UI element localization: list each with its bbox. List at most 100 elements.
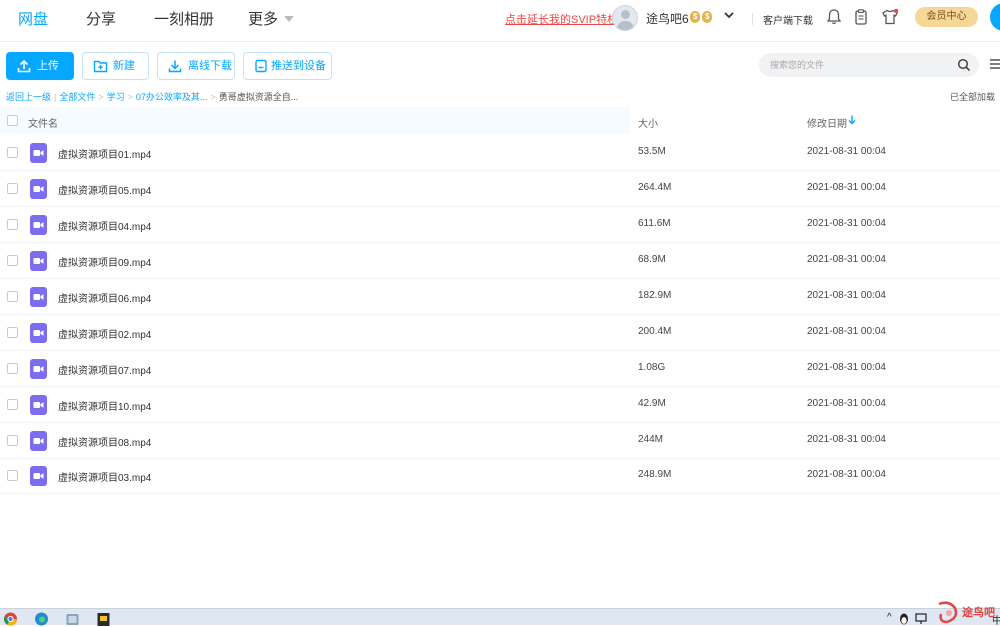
offline-download-button[interactable]: 离线下载	[157, 52, 235, 80]
file-size: 53.5M	[638, 146, 666, 157]
device-icon	[255, 59, 267, 73]
chevron-down-icon	[284, 16, 295, 22]
breadcrumb-item-office[interactable]: 07办公效率及其...	[136, 92, 208, 102]
breadcrumb-current-folder: 勇哥虚拟资源全自...	[218, 92, 299, 102]
file-name[interactable]: 虚拟资源项目02.mp4	[58, 326, 151, 341]
edge-browser-icon[interactable]	[34, 612, 49, 626]
breadcrumb-separator: >	[127, 92, 133, 102]
network-icon[interactable]	[915, 612, 927, 626]
file-modified-date: 2021-08-31 00:04	[807, 469, 886, 480]
upload-icon	[17, 59, 31, 73]
file-size: 248.9M	[638, 469, 672, 480]
row-checkbox[interactable]	[7, 363, 18, 374]
push-to-device-button[interactable]: 推送到设备	[243, 52, 332, 80]
avatar[interactable]	[612, 5, 638, 31]
row-checkbox[interactable]	[7, 291, 18, 302]
download-icon	[168, 60, 182, 73]
search-icon[interactable]	[957, 58, 971, 72]
table-row[interactable]: 虚拟资源项目01.mp4 53.5M 2021-08-31 00:04	[0, 135, 1000, 171]
list-view-icon[interactable]	[990, 58, 1000, 70]
select-all-checkbox[interactable]	[7, 115, 18, 126]
nav-tab-album[interactable]: 一刻相册	[154, 8, 214, 29]
file-size: 264.4M	[638, 182, 672, 193]
video-file-icon	[30, 466, 47, 486]
file-modified-date: 2021-08-31 00:04	[807, 146, 886, 157]
file-name[interactable]: 虚拟资源项目03.mp4	[58, 469, 151, 484]
video-file-icon	[30, 359, 47, 379]
breadcrumb-separator: |	[54, 92, 57, 102]
file-size: 244M	[638, 434, 664, 445]
breadcrumb-item-study[interactable]: 学习	[107, 92, 125, 102]
row-checkbox[interactable]	[7, 219, 18, 230]
file-name[interactable]: 虚拟资源项目08.mp4	[58, 434, 151, 449]
notes-app-icon[interactable]	[96, 612, 111, 626]
vip-badge-secondary: $	[702, 11, 713, 23]
file-modified-date: 2021-08-31 00:04	[807, 326, 886, 337]
file-size: 1.08G	[638, 362, 666, 373]
video-file-icon	[30, 323, 47, 343]
table-row[interactable]: 虚拟资源项目02.mp4 200.4M 2021-08-31 00:04	[0, 315, 1000, 351]
row-checkbox[interactable]	[7, 255, 18, 266]
column-header-name[interactable]: 文件名	[28, 115, 58, 130]
row-checkbox[interactable]	[7, 435, 18, 446]
windows-taskbar: ^ 中	[0, 608, 1000, 627]
breadcrumb-back-link[interactable]: 返回上一级	[6, 92, 51, 102]
chrome-icon[interactable]	[3, 612, 18, 626]
load-status: 已全部加载	[950, 92, 996, 102]
file-explorer-icon[interactable]	[65, 612, 80, 626]
nav-tab-netdisk[interactable]: 网盘	[18, 8, 48, 29]
client-download-link[interactable]: 客户端下载	[763, 12, 813, 27]
sort-descending-icon[interactable]	[848, 115, 856, 125]
nav-tab-share[interactable]: 分享	[86, 8, 116, 29]
table-row[interactable]: 虚拟资源项目08.mp4 244M 2021-08-31 00:04	[0, 423, 1000, 459]
video-file-icon	[30, 251, 47, 271]
column-header-modified[interactable]: 修改日期	[807, 115, 847, 130]
top-navigation-bar: 网盘 分享 一刻相册 更多 点击延长我的SVIP特权 途鸟吧6 $ $ 客户端下…	[0, 0, 1000, 42]
svip-promo-link[interactable]: 点击延长我的SVIP特权	[505, 11, 618, 27]
member-center-button[interactable]: 会员中心	[915, 7, 978, 27]
file-name[interactable]: 虚拟资源项目07.mp4	[58, 362, 151, 377]
breadcrumb-separator: >	[210, 92, 216, 102]
table-row[interactable]: 虚拟资源项目09.mp4 68.9M 2021-08-31 00:04	[0, 243, 1000, 279]
bell-icon[interactable]	[825, 8, 843, 26]
clipboard-icon[interactable]	[852, 8, 870, 26]
new-folder-button[interactable]: 新建	[82, 52, 149, 80]
upload-button[interactable]: 上传	[6, 52, 74, 80]
file-name[interactable]: 虚拟资源项目01.mp4	[58, 146, 151, 161]
row-checkbox[interactable]	[7, 183, 18, 194]
table-row[interactable]: 虚拟资源项目03.mp4 248.9M 2021-08-31 00:04	[0, 458, 1000, 494]
table-row[interactable]: 虚拟资源项目10.mp4 42.9M 2021-08-31 00:04	[0, 387, 1000, 423]
file-name[interactable]: 虚拟资源项目09.mp4	[58, 254, 151, 269]
new-folder-icon	[93, 60, 108, 73]
table-row[interactable]: 虚拟资源项目06.mp4 182.9M 2021-08-31 00:04	[0, 279, 1000, 315]
table-row[interactable]: 虚拟资源项目05.mp4 264.4M 2021-08-31 00:04	[0, 171, 1000, 207]
file-name[interactable]: 虚拟资源项目06.mp4	[58, 290, 151, 305]
breadcrumb-item-all-files[interactable]: 全部文件	[59, 92, 95, 102]
vip-badge: $	[690, 11, 701, 23]
search-input[interactable]	[759, 53, 979, 77]
tshirt-skin-icon[interactable]	[881, 8, 899, 26]
file-modified-date: 2021-08-31 00:04	[807, 182, 886, 193]
row-checkbox[interactable]	[7, 470, 18, 481]
username[interactable]: 途鸟吧6	[646, 10, 689, 27]
row-checkbox[interactable]	[7, 327, 18, 338]
nav-more-label: 更多	[248, 11, 279, 28]
row-checkbox[interactable]	[7, 399, 18, 410]
tray-chevron-up-icon[interactable]: ^	[887, 612, 892, 623]
file-name[interactable]: 虚拟资源项目05.mp4	[58, 182, 151, 197]
file-modified-date: 2021-08-31 00:04	[807, 362, 886, 373]
video-file-icon	[30, 395, 47, 415]
file-name[interactable]: 虚拟资源项目10.mp4	[58, 398, 151, 413]
file-modified-date: 2021-08-31 00:04	[807, 434, 886, 445]
table-row[interactable]: 虚拟资源项目04.mp4 611.6M 2021-08-31 00:04	[0, 207, 1000, 243]
table-row[interactable]: 虚拟资源项目07.mp4 1.08G 2021-08-31 00:04	[0, 351, 1000, 387]
row-checkbox[interactable]	[7, 147, 18, 158]
file-name[interactable]: 虚拟资源项目04.mp4	[58, 218, 151, 233]
file-modified-date: 2021-08-31 00:04	[807, 254, 886, 265]
column-header-size[interactable]: 大小	[638, 115, 658, 130]
assistant-icon[interactable]	[990, 3, 1000, 31]
nav-tab-more[interactable]: 更多	[248, 8, 295, 29]
breadcrumb: 返回上一级 | 全部文件 > 学习 >07办公效率及其... > 勇哥虚拟资源全自...	[6, 90, 298, 103]
qq-penguin-icon[interactable]	[898, 612, 910, 626]
chevron-down-icon[interactable]	[724, 10, 734, 20]
